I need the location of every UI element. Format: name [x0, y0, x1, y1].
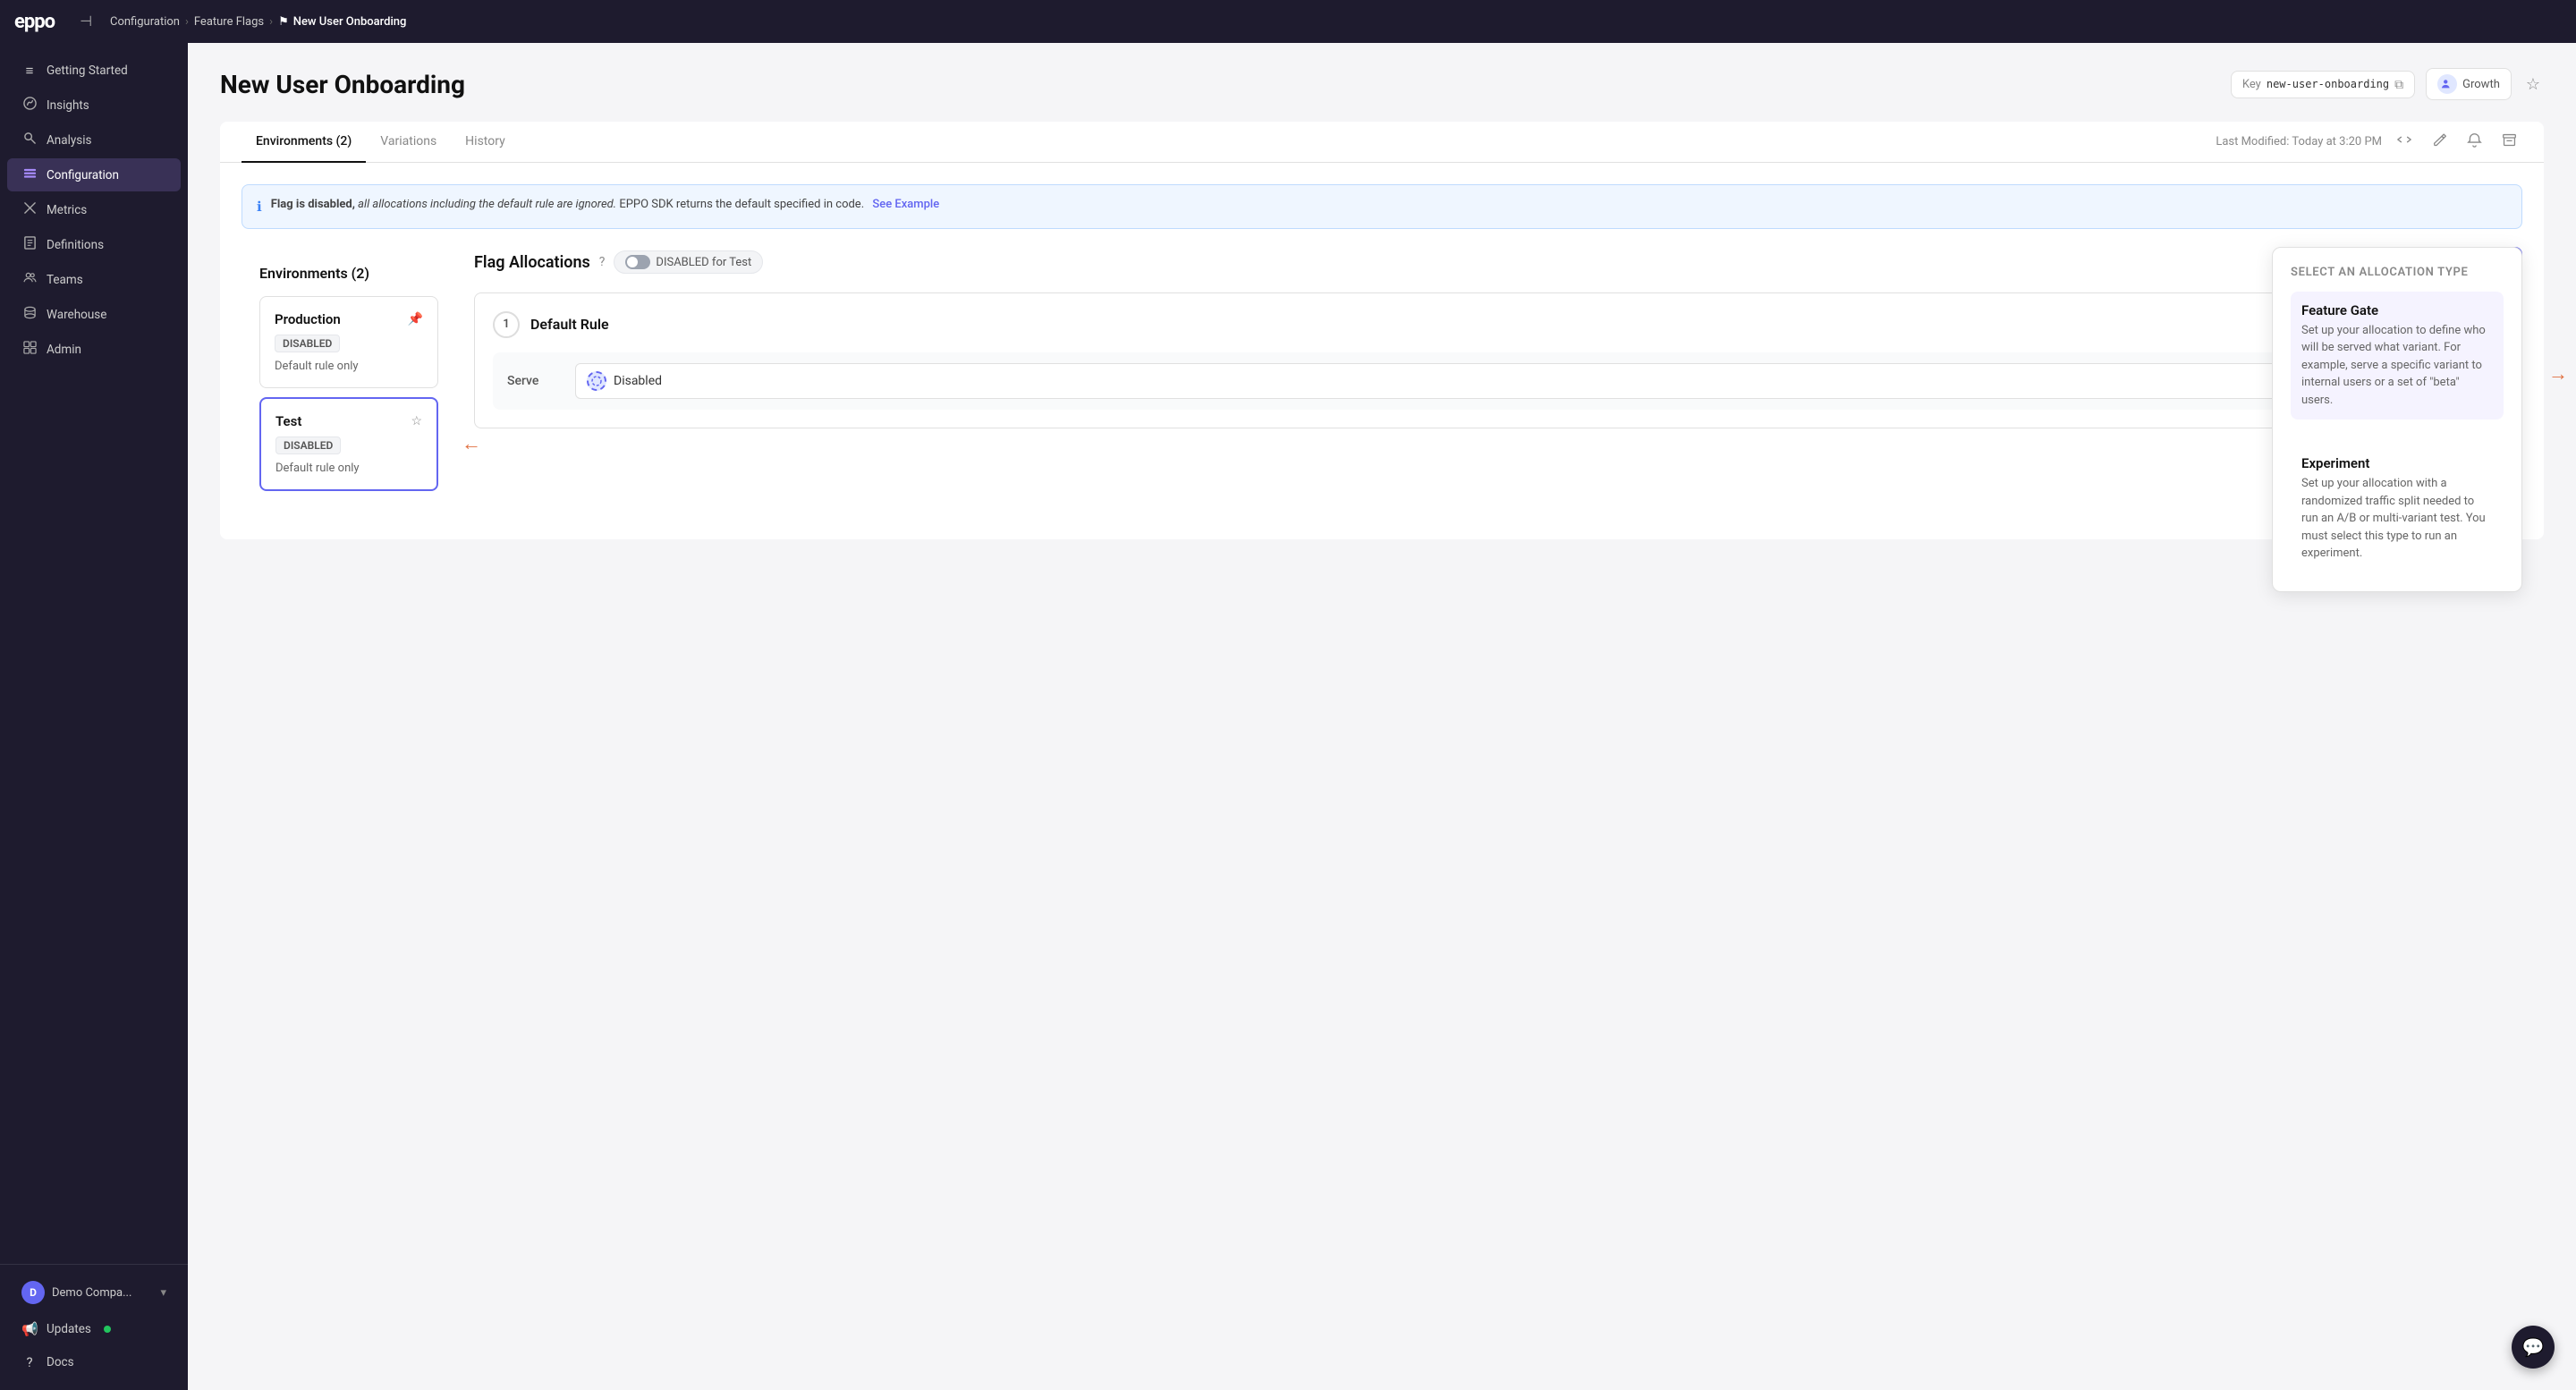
tabs-bar: Environments (2) Variations History Last… [220, 122, 2544, 163]
getting-started-icon: ≡ [21, 63, 38, 79]
insights-icon [21, 97, 38, 114]
key-badge: Key new-user-onboarding ⧉ [2231, 71, 2415, 98]
copy-key-button[interactable]: ⧉ [2394, 77, 2403, 92]
sidebar-item-getting-started[interactable]: ≡ Getting Started [7, 55, 181, 87]
sidebar-item-teams[interactable]: Teams [7, 263, 181, 296]
chat-icon: 💬 [2522, 1336, 2545, 1358]
production-disabled-tag: DISABLED [275, 335, 340, 352]
admin-icon [21, 341, 38, 358]
star-button[interactable]: ☆ [2522, 72, 2544, 97]
sidebar-item-metrics[interactable]: Metrics [7, 193, 181, 226]
feature-gate-option[interactable]: Feature Gate Set up your allocation to d… [2291, 292, 2504, 420]
test-star-button[interactable]: ☆ [411, 413, 422, 428]
production-rule-tag: Default rule only [275, 360, 359, 373]
edit-button[interactable] [2427, 129, 2453, 156]
sidebar-item-configuration[interactable]: Configuration [7, 158, 181, 191]
archive-button[interactable] [2496, 129, 2522, 156]
serve-row: Serve Disabled ▾ [493, 352, 2504, 410]
updates-icon: 📢 [21, 1321, 38, 1337]
company-avatar: D [21, 1281, 45, 1304]
tab-environments[interactable]: Environments (2) [242, 122, 366, 163]
key-value: new-user-onboarding [2267, 78, 2389, 90]
toggle-icon [625, 255, 650, 269]
last-modified: Last Modified: Today at 3:20 PM [2216, 135, 2382, 148]
updates-dot [104, 1326, 111, 1333]
metrics-icon [21, 201, 38, 218]
breadcrumb-configuration[interactable]: Configuration [110, 15, 180, 29]
page-title: New User Onboarding [220, 70, 465, 99]
chat-button[interactable]: 💬 [2512, 1326, 2555, 1369]
company-selector[interactable]: D Demo Compa... ▾ [7, 1274, 181, 1311]
warehouse-icon [21, 306, 38, 323]
environments-panel: Environments (2) Production 📌 D [242, 247, 456, 518]
flag-icon: ⚑ [278, 15, 289, 29]
allocations-header: Flag Allocations ? DISABLED for Test [474, 247, 2522, 278]
breadcrumb-current: ⚑ New User Onboarding [278, 15, 406, 29]
test-rule-tag: Default rule only [275, 462, 360, 475]
info-icon: ℹ [257, 197, 262, 217]
breadcrumb: Configuration › Feature Flags › ⚑ New Us… [110, 15, 406, 29]
analysis-icon [21, 131, 38, 148]
sidebar-item-warehouse[interactable]: Warehouse [7, 298, 181, 331]
tab-variations[interactable]: Variations [366, 122, 451, 163]
sidebar-item-updates[interactable]: 📢 Updates [7, 1313, 181, 1345]
arrow-right-indicator: → [2548, 362, 2568, 386]
see-example-link[interactable]: See Example [872, 198, 939, 211]
teams-icon [21, 271, 38, 288]
eppo-logo: eppo [14, 11, 55, 33]
tab-history[interactable]: History [451, 122, 520, 163]
serve-icon [587, 371, 606, 391]
info-banner: ℹ Flag is disabled, all allocations incl… [242, 184, 2522, 229]
default-rule-card: 1 Default Rule Serve Disab [474, 292, 2522, 428]
sidebar-item-analysis[interactable]: Analysis [7, 123, 181, 157]
sidebar-item-admin[interactable]: Admin [7, 333, 181, 366]
environments-title: Environments (2) [259, 265, 438, 282]
collapse-sidebar-button[interactable]: ⊣ [72, 9, 99, 34]
rule-number: 1 [493, 311, 520, 338]
configuration-icon [21, 166, 38, 183]
environment-card-production[interactable]: Production 📌 DISABLED Default rule only [259, 296, 438, 388]
experiment-option[interactable]: Experiment Set up your allocation with a… [2291, 445, 2504, 573]
pin-icon: 📌 [408, 312, 423, 326]
help-icon[interactable]: ? [599, 255, 606, 269]
allocation-type-panel: Select an Allocation type Feature Gate S… [2272, 247, 2522, 592]
disabled-badge: DISABLED for Test [614, 250, 763, 274]
arrow-left-indicator: ← [462, 432, 481, 455]
environment-card-test[interactable]: Test ☆ DISABLED Default rule only ← [259, 397, 438, 491]
sidebar-item-docs[interactable]: ? Docs [7, 1346, 181, 1378]
team-avatar [2437, 74, 2457, 94]
notifications-button[interactable] [2462, 129, 2487, 156]
definitions-icon [21, 236, 38, 253]
team-badge: Growth [2426, 68, 2512, 100]
code-view-button[interactable] [2391, 128, 2418, 156]
breadcrumb-feature-flags[interactable]: Feature Flags [194, 15, 264, 29]
sidebar-item-insights[interactable]: Insights [7, 89, 181, 122]
sidebar-item-definitions[interactable]: Definitions [7, 228, 181, 261]
serve-dropdown[interactable]: Disabled ▾ [575, 363, 2489, 399]
docs-icon: ? [21, 1354, 38, 1370]
chevron-down-icon: ▾ [160, 1286, 166, 1300]
test-disabled-tag: DISABLED [275, 436, 341, 454]
